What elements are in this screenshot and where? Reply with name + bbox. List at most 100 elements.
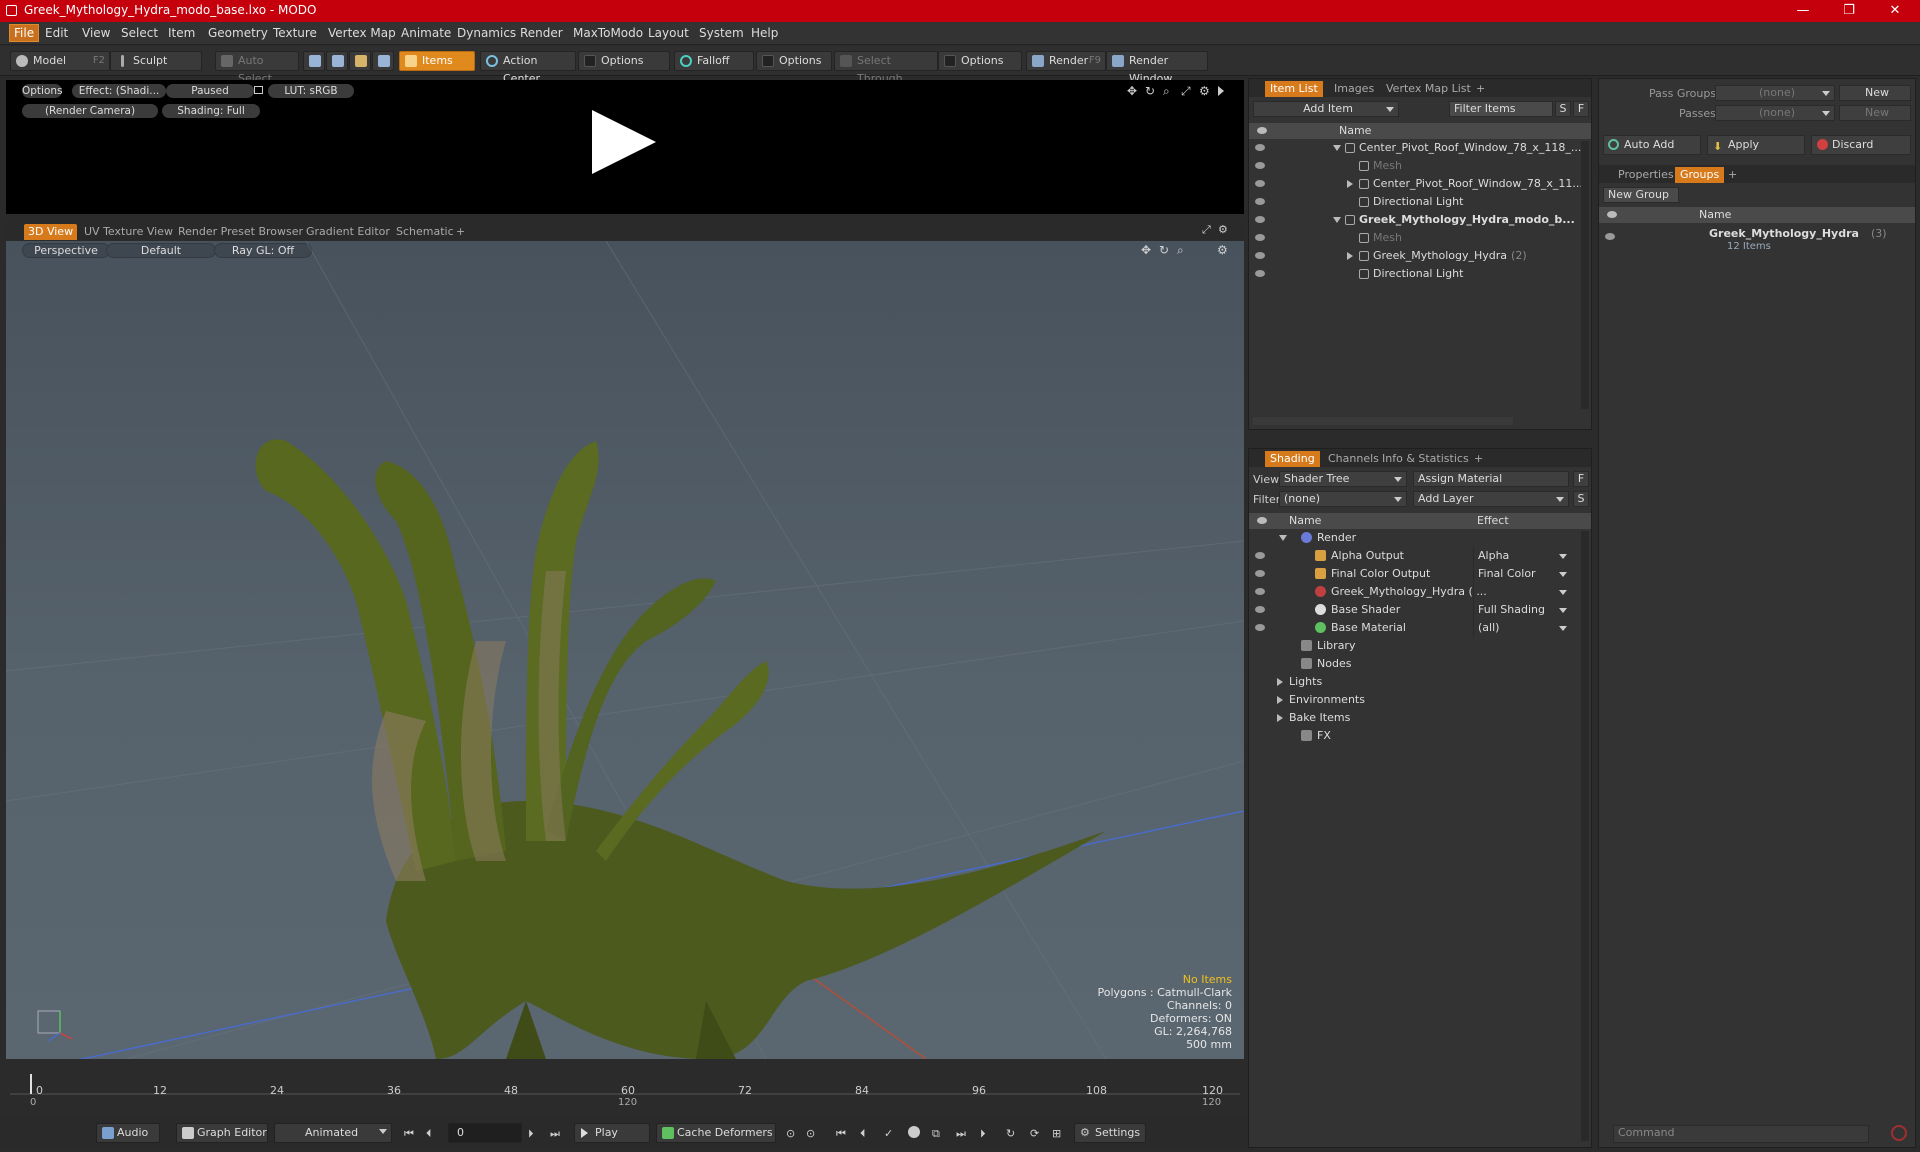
shader-tree-row[interactable]: Base Material (all) xyxy=(1249,619,1579,637)
shader-tree-row[interactable]: Environments xyxy=(1249,691,1579,709)
shader-effect-dropdown[interactable] xyxy=(1473,583,1571,601)
minimize-button[interactable]: — xyxy=(1780,0,1826,22)
menu-help[interactable]: Help xyxy=(751,26,778,40)
item-list-add-tab[interactable]: + xyxy=(1471,81,1490,97)
materials-mode-button[interactable] xyxy=(372,51,394,71)
restore-button[interactable]: ❐ xyxy=(1826,0,1872,22)
tab-3d-view[interactable]: 3D View xyxy=(24,224,78,240)
filter-dropdown[interactable]: (none) xyxy=(1279,491,1407,507)
expand-arrow-icon[interactable] xyxy=(1218,86,1224,96)
group-eye-icon[interactable] xyxy=(1605,233,1615,240)
command-stop-icon[interactable] xyxy=(1891,1125,1907,1141)
first-frame-icon[interactable]: ⏮ xyxy=(404,1127,414,1141)
shader-tree-row[interactable]: FX xyxy=(1249,727,1579,745)
shader-tree-row[interactable]: Final Color Output Final Color xyxy=(1249,565,1579,583)
preview-options-button[interactable]: Options xyxy=(22,84,63,98)
collapsed-arrow-icon[interactable] xyxy=(1277,696,1283,704)
shader-tree-row[interactable]: Lights xyxy=(1249,673,1579,691)
add-item-dropdown[interactable]: Add Item xyxy=(1253,101,1399,117)
play-button[interactable]: Play xyxy=(574,1123,650,1143)
shading-s-button[interactable]: S xyxy=(1573,491,1589,507)
new-pass-group-button[interactable]: New xyxy=(1839,85,1911,101)
item-list-row[interactable]: Greek_Mythology_Hydra_modo_b... xyxy=(1249,211,1579,229)
discard-button[interactable]: Discard xyxy=(1811,135,1911,155)
preview-camera-dropdown[interactable]: (Render Camera) xyxy=(22,104,158,118)
tab-render-preset-browser[interactable]: Render Preset Browser xyxy=(174,224,307,240)
falloff-options-button[interactable]: Options xyxy=(756,51,832,71)
frame-field[interactable]: 0 xyxy=(448,1123,522,1143)
timeline[interactable]: 0 12 24 36 48 60 72 84 96 108 120 0 120 … xyxy=(6,1070,1244,1110)
preview-lut-dropdown[interactable]: LUT: sRGB xyxy=(268,84,354,98)
visibility-eye-icon[interactable] xyxy=(1255,234,1265,241)
tab-schematic[interactable]: Schematic xyxy=(392,224,458,240)
preview-paused-button[interactable]: Paused xyxy=(166,84,254,98)
key-back-icon[interactable]: ⏴ xyxy=(860,1127,866,1141)
tab-groups[interactable]: Groups xyxy=(1675,167,1725,183)
loop-icon[interactable]: ↻ xyxy=(1006,1127,1015,1140)
edges-mode-button[interactable] xyxy=(326,51,348,71)
shader-eye-icon[interactable] xyxy=(1255,624,1265,631)
item-list-s-button[interactable]: S xyxy=(1555,101,1571,117)
shader-effect-dropdown[interactable]: Full Shading xyxy=(1473,601,1571,619)
shader-eye-icon[interactable] xyxy=(1255,552,1265,559)
menu-render[interactable]: Render xyxy=(520,26,563,40)
tab-images[interactable]: Images xyxy=(1329,81,1379,97)
collapsed-arrow-icon[interactable] xyxy=(1277,714,1283,722)
shader-scrollbar[interactable] xyxy=(1581,531,1589,1141)
cache-deformers-button[interactable]: Cache Deformers xyxy=(656,1123,776,1143)
view-dropdown[interactable]: Shader Tree xyxy=(1279,471,1407,487)
auto-select-button[interactable]: Auto Select xyxy=(215,51,299,85)
shader-effect-dropdown[interactable]: (all) xyxy=(1473,619,1571,637)
shading-f-button[interactable]: F xyxy=(1573,471,1589,487)
tab-vertex-map-list[interactable]: Vertex Map List xyxy=(1381,81,1476,97)
render-window-button[interactable]: Render Window xyxy=(1106,51,1208,85)
rotate-icon[interactable]: ↻ xyxy=(1145,84,1155,98)
tab-shading[interactable]: Shading xyxy=(1265,451,1320,467)
pan-icon[interactable]: ✥ xyxy=(1127,84,1137,98)
groups-add-tab[interactable]: + xyxy=(1723,167,1742,183)
visibility-eye-icon[interactable] xyxy=(1255,270,1265,277)
3d-viewport[interactable]: Perspective Default Ray GL: Off ✥ ↻ ⌕ ⚙ xyxy=(6,241,1244,1059)
visibility-eye-icon[interactable] xyxy=(1255,198,1265,205)
new-group-button[interactable]: New Group xyxy=(1603,187,1679,203)
tab-gradient-editor[interactable]: Gradient Editor xyxy=(302,224,394,240)
tab-uv-texture-view[interactable]: UV Texture View xyxy=(80,224,177,240)
select-options-button[interactable]: Options xyxy=(938,51,1022,71)
shading-add-tab[interactable]: + xyxy=(1469,451,1488,467)
shader-tree-row[interactable]: Base Shader Full Shading xyxy=(1249,601,1579,619)
graph-editor-button[interactable]: Graph Editor xyxy=(176,1123,268,1143)
menu-maxtomodo[interactable]: MaxToModo xyxy=(573,26,643,40)
menu-vertex-map[interactable]: Vertex Map xyxy=(328,26,396,40)
visibility-eye-icon[interactable] xyxy=(1255,180,1265,187)
item-list-hscrollbar[interactable] xyxy=(1253,417,1513,425)
vertices-mode-button[interactable] xyxy=(303,51,325,71)
shader-tree-row[interactable]: Render xyxy=(1249,529,1579,547)
key-filter-icon[interactable]: ⧉ xyxy=(932,1127,940,1141)
auto-add-button[interactable]: Auto Add xyxy=(1603,135,1701,155)
fit-icon[interactable]: ⤢ xyxy=(1181,84,1191,99)
animated-dropdown[interactable]: Animated xyxy=(274,1123,392,1143)
item-list-row[interactable]: Directional Light xyxy=(1249,265,1579,283)
shader-tree-row[interactable]: Greek_Mythology_Hydra ( ... xyxy=(1249,583,1579,601)
shader-eye-icon[interactable] xyxy=(1255,570,1265,577)
settings-button[interactable]: ⚙ Settings xyxy=(1074,1123,1146,1143)
snap-icon[interactable]: ⊞ xyxy=(1052,1127,1061,1140)
action-center-options-button[interactable]: Options xyxy=(578,51,670,71)
zoom-icon[interactable]: ⌕ xyxy=(1163,84,1170,99)
model-mode-button[interactable]: Model F2 xyxy=(10,51,110,71)
expand-arrow-icon[interactable] xyxy=(1333,217,1341,223)
item-list-row[interactable]: Mesh xyxy=(1249,157,1579,175)
menu-texture[interactable]: Texture xyxy=(273,26,317,40)
menu-edit[interactable]: Edit xyxy=(45,26,68,40)
close-button[interactable]: ✕ xyxy=(1872,0,1918,22)
key-forward-icon[interactable]: ⏵ xyxy=(980,1127,986,1141)
action-center-button[interactable]: Action Center xyxy=(480,51,576,85)
group-row[interactable]: Greek_Mythology_Hydra (3) 12 Items xyxy=(1599,225,1915,255)
record-icon[interactable] xyxy=(908,1126,920,1138)
preview-effect-dropdown[interactable]: Effect: (Shadi... xyxy=(72,84,166,98)
sculpt-mode-button[interactable]: Sculpt xyxy=(110,51,202,71)
expand-arrow-icon[interactable] xyxy=(1279,535,1287,541)
item-list-row[interactable]: Directional Light xyxy=(1249,193,1579,211)
lock-icon[interactable] xyxy=(254,86,263,94)
sync-icon[interactable]: ⟳ xyxy=(1030,1127,1039,1140)
